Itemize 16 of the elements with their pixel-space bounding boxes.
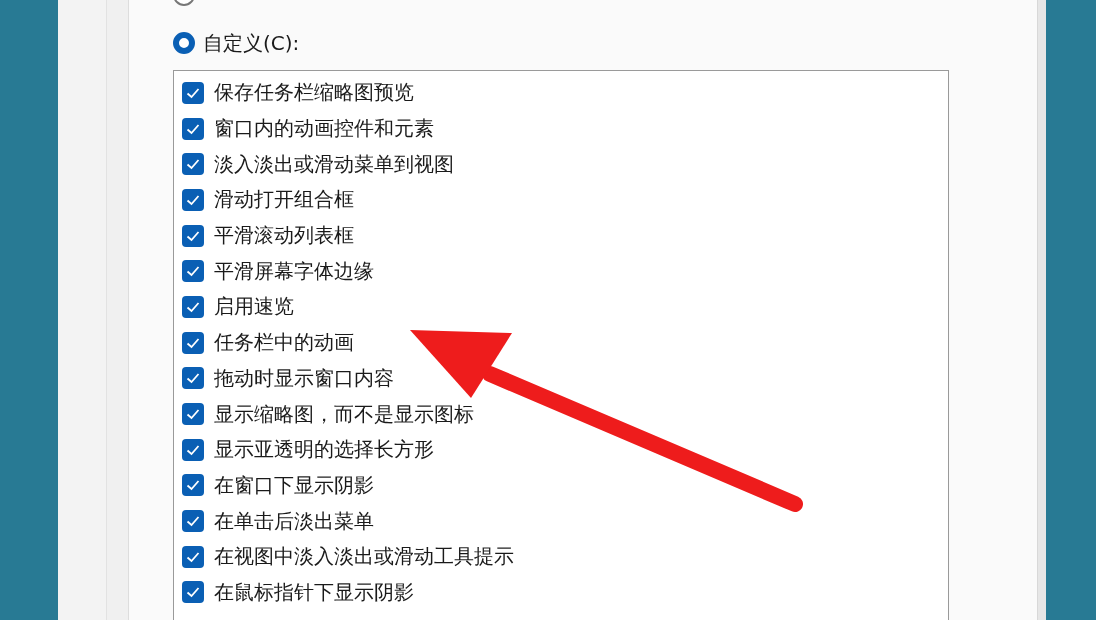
checkbox-label: 显示亚透明的选择长方形 bbox=[214, 436, 434, 464]
checkbox-label: 在单击后淡出菜单 bbox=[214, 507, 374, 535]
checkbox-label: 启用速览 bbox=[214, 293, 294, 321]
checkbox-label: 在视图中淡入淡出或滑动工具提示 bbox=[214, 543, 514, 571]
checkbox-label: 在窗口下显示阴影 bbox=[214, 471, 374, 499]
checkbox-label: 平滑屏幕字体边缘 bbox=[214, 257, 374, 285]
radio-label: 自定义(C): bbox=[203, 29, 300, 57]
checkbox-label: 任务栏中的动画 bbox=[214, 329, 354, 357]
checkbox-label: 拖动时显示窗口内容 bbox=[214, 364, 394, 392]
checkbox-label: 在鼠标指针下显示阴影 bbox=[214, 578, 414, 606]
checkbox-label: 平滑滚动列表框 bbox=[214, 222, 354, 250]
checkbox-label: 窗口内的动画控件和元素 bbox=[214, 115, 434, 143]
checkbox-label: 滑动打开组合框 bbox=[214, 186, 354, 214]
checkbox-label: 保存任务栏缩略图预览 bbox=[214, 79, 414, 107]
checkbox-label: 显示缩略图，而不是显示图标 bbox=[214, 400, 474, 428]
checkbox-label: 淡入淡出或滑动菜单到视图 bbox=[214, 150, 454, 178]
